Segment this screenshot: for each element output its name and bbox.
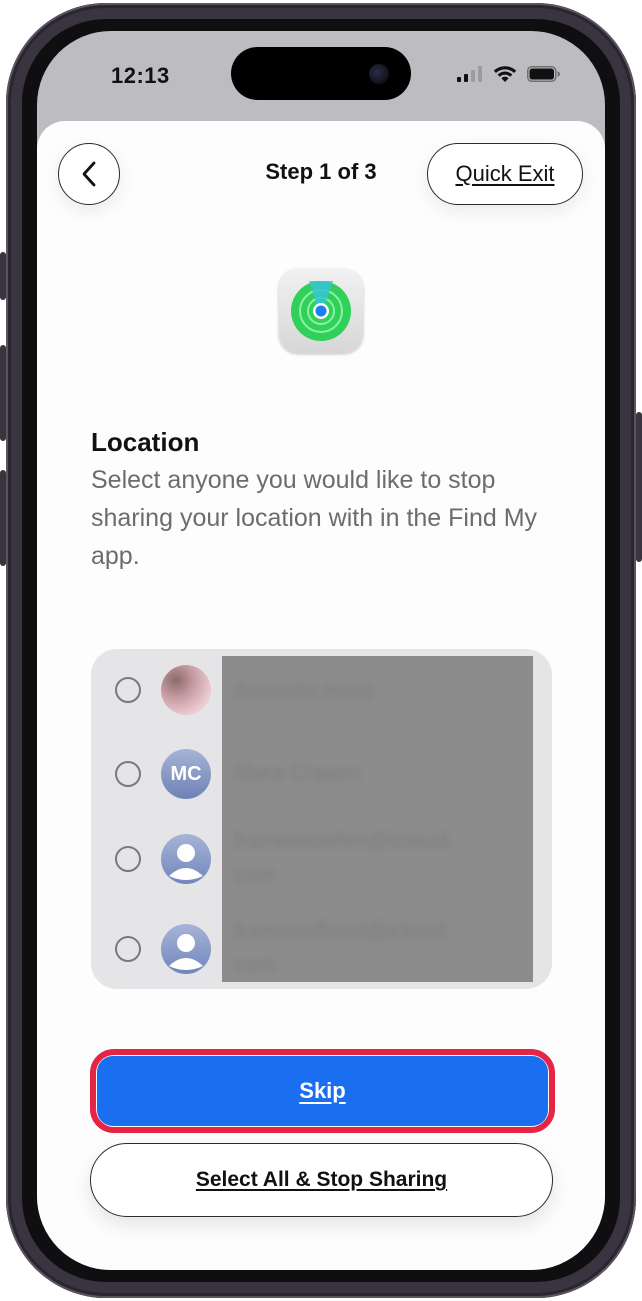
list-item[interactable]: [91, 819, 552, 904]
select-radio[interactable]: [115, 761, 141, 787]
power-button: [636, 412, 642, 562]
person-placeholder-icon: [169, 844, 203, 880]
person-placeholder-icon: [169, 934, 203, 970]
status-time: 12:13: [111, 63, 170, 88]
select-radio[interactable]: [115, 846, 141, 872]
section-title: Location: [91, 427, 200, 457]
section-description: Select anyone you would like to stop sha…: [91, 466, 538, 570]
avatar: MC: [161, 749, 211, 799]
skip-button[interactable]: Skip: [97, 1056, 548, 1126]
camera-icon: [369, 64, 389, 84]
volume-down-button: [0, 470, 6, 566]
status-icons: [457, 65, 561, 83]
avatar: [161, 834, 211, 884]
wizard-sheet: Step 1 of 3 Quick Exit Location Select a…: [37, 121, 605, 1270]
select-radio[interactable]: [115, 936, 141, 962]
wifi-icon: [493, 66, 517, 82]
avatar: [161, 924, 211, 974]
select-radio[interactable]: [115, 677, 141, 703]
contact-list: Amanda Haas Mara Craven frameworkhm@iclo…: [91, 649, 552, 989]
list-item[interactable]: [91, 904, 552, 989]
find-my-radar-icon: [291, 281, 351, 341]
dynamic-island: [231, 47, 411, 100]
battery-icon: [527, 66, 560, 82]
find-my-icon: [279, 269, 363, 353]
screen: 12:13 Step 1 of 3 Quick Exit Location Se…: [37, 31, 605, 1270]
list-item[interactable]: MC: [91, 734, 552, 819]
list-item[interactable]: [91, 649, 552, 734]
cellular-signal-icon: [457, 66, 482, 82]
quick-exit-button[interactable]: Quick Exit: [427, 143, 583, 205]
volume-up-button: [0, 345, 6, 441]
select-all-stop-sharing-button[interactable]: Select All & Stop Sharing: [90, 1143, 553, 1217]
silent-switch: [0, 252, 6, 300]
avatar: [161, 665, 211, 715]
